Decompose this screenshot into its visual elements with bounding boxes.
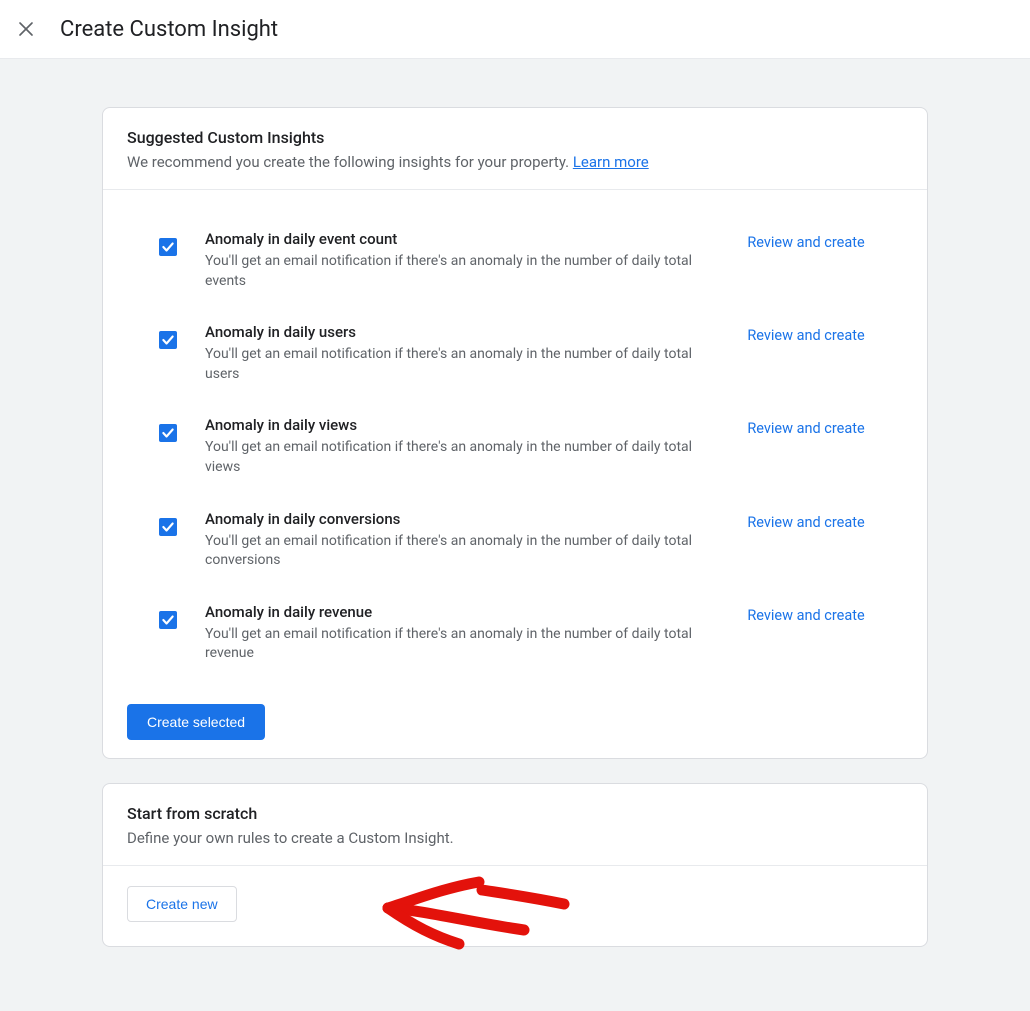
review-and-create-link[interactable]: Review and create [741,607,871,626]
suggested-insights-title: Suggested Custom Insights [127,128,903,147]
dialog-header: Create Custom Insight [0,0,1030,58]
suggestion-desc: You'll get an email notification if ther… [205,625,713,664]
suggestion-desc: You'll get an email notification if ther… [205,438,713,477]
start-from-scratch-card: Start from scratch Define your own rules… [102,783,928,947]
suggestion-checkbox[interactable] [159,518,177,536]
start-from-scratch-body: Create new [103,865,927,946]
review-and-create-link[interactable]: Review and create [741,327,871,346]
suggestion-checkbox[interactable] [159,611,177,629]
suggestion-title: Anomaly in daily revenue [205,603,713,621]
suggestion-title: Anomaly in daily conversions [205,510,713,528]
suggested-insights-desc: We recommend you create the following in… [127,153,903,171]
suggestion-list: Anomaly in daily event count You'll get … [103,190,927,684]
review-and-create-link[interactable]: Review and create [741,514,871,533]
suggestion-checkbox[interactable] [159,238,177,256]
annotation-arrow-icon [374,870,574,950]
start-from-scratch-desc: Define your own rules to create a Custom… [127,829,903,847]
review-and-create-link[interactable]: Review and create [741,234,871,253]
suggestion-row: Anomaly in daily users You'll get an ema… [103,291,927,384]
suggestion-row: Anomaly in daily views You'll get an ema… [103,384,927,477]
suggested-actions: Create selected [103,684,927,758]
suggestion-desc: You'll get an email notification if ther… [205,532,713,571]
create-selected-button[interactable]: Create selected [127,704,265,740]
content-area: Suggested Custom Insights We recommend y… [0,58,1030,1011]
suggestion-title: Anomaly in daily views [205,416,713,434]
suggestion-desc: You'll get an email notification if ther… [205,345,713,384]
dialog-title: Create Custom Insight [60,17,278,42]
start-from-scratch-title: Start from scratch [127,804,903,823]
suggested-insights-header: Suggested Custom Insights We recommend y… [103,108,927,190]
review-and-create-link[interactable]: Review and create [741,420,871,439]
suggestion-checkbox[interactable] [159,424,177,442]
suggested-insights-desc-text: We recommend you create the following in… [127,153,573,171]
close-icon[interactable] [14,17,38,41]
suggestion-checkbox[interactable] [159,331,177,349]
suggested-insights-card: Suggested Custom Insights We recommend y… [102,107,928,759]
suggestion-row: Anomaly in daily revenue You'll get an e… [103,571,927,664]
learn-more-link[interactable]: Learn more [573,153,649,171]
suggestion-title: Anomaly in daily users [205,323,713,341]
suggestion-row: Anomaly in daily conversions You'll get … [103,478,927,571]
suggestion-desc: You'll get an email notification if ther… [205,252,713,291]
suggestion-title: Anomaly in daily event count [205,230,713,248]
start-from-scratch-header: Start from scratch Define your own rules… [103,784,927,865]
suggestion-row: Anomaly in daily event count You'll get … [103,190,927,291]
create-new-button[interactable]: Create new [127,886,237,922]
